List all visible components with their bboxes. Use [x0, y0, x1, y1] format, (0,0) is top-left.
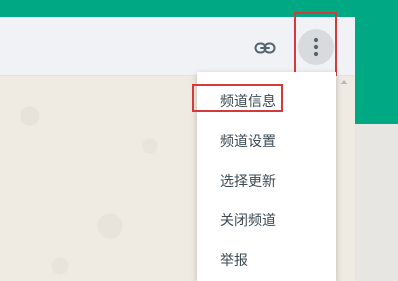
scroll-up-indicator[interactable]	[341, 80, 347, 84]
top-green-band	[0, 0, 398, 17]
menu-item-label: 频道设置	[220, 134, 276, 150]
menu-item-label: 选择更新	[220, 174, 276, 190]
right-background-panel	[355, 124, 398, 281]
annotation-box-menu-button	[294, 12, 337, 76]
menu-item-channel-settings[interactable]: 频道设置	[197, 122, 336, 160]
menu-item-close-channel[interactable]: 关闭频道	[197, 201, 336, 239]
link-icon	[254, 42, 276, 54]
annotation-box-channel-info	[192, 84, 283, 112]
menu-item-report[interactable]: 举报	[197, 241, 336, 279]
menu-item-select-updates[interactable]: 选择更新	[197, 162, 336, 200]
copy-link-button[interactable]	[252, 35, 278, 61]
menu-item-label: 关闭频道	[220, 213, 276, 229]
right-green-panel	[355, 17, 398, 124]
menu-item-label: 举报	[220, 253, 248, 269]
